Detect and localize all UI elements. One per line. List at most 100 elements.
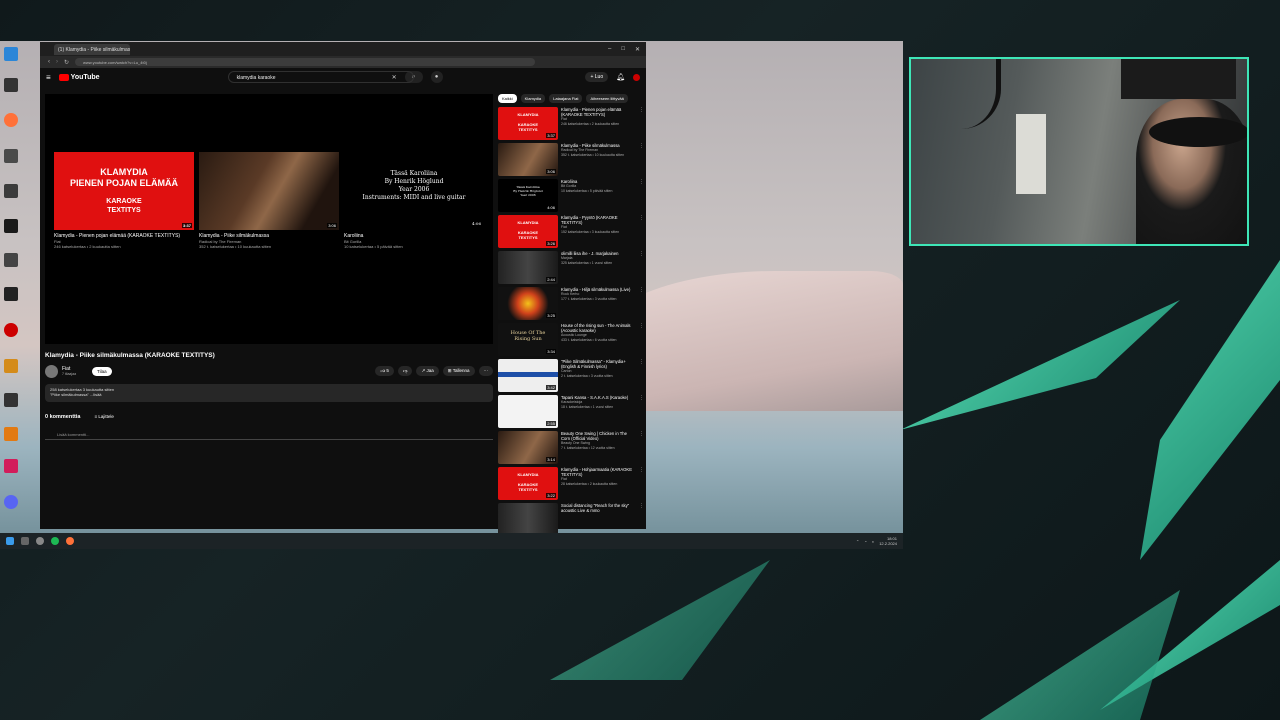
like-button[interactable]: 👍︎ 5 (375, 366, 394, 376)
desktop-icon[interactable] (4, 219, 18, 233)
duration-badge: 3:42 (546, 385, 556, 390)
duration-badge: 2:44 (546, 277, 556, 282)
decor-shard (980, 590, 1180, 720)
voice-search-button[interactable]: ● (430, 71, 443, 83)
discord-icon[interactable] (4, 495, 18, 509)
related-video[interactable]: KLAMYDIA KARAOKE TEXTITYS 3:22 Klamydia - Ho… (498, 467, 644, 503)
subscribe-button[interactable]: Tilaa (92, 366, 112, 376)
desktop-icon[interactable] (4, 253, 18, 267)
related-meta: 325 katselukertaa • 1 vuosi sitten (561, 260, 613, 265)
subscriber-count: 7 tilaajaa (62, 372, 77, 376)
browser-window: (1) Klamydia - Piike silmäkulmassa (KARA… (40, 42, 646, 536)
firefox-icon[interactable] (4, 113, 18, 127)
firefox-taskbar-icon[interactable] (66, 537, 74, 545)
more-options-icon[interactable]: ⋮ (639, 359, 644, 395)
more-options-icon[interactable]: ⋮ (639, 431, 644, 467)
related-title: Klamydia - Pyyntö (KARAOKE TEXTITYS) (561, 215, 618, 225)
video-title: Klamydia - Piike silmäkulmassa (KARAOKE … (45, 352, 215, 359)
related-video[interactable]: 2:44 olimilli liisa ihe - J. marjakainen M… (498, 251, 644, 287)
share-button[interactable]: ↗ Jaa (416, 366, 439, 376)
desktop-icon[interactable] (4, 323, 18, 337)
related-video[interactable]: 3:42 "Piike Silmäkulmassa" - Klamydia+ (E… (498, 359, 644, 395)
forward-icon[interactable]: › (56, 59, 58, 65)
more-options-icon[interactable]: ⋮ (639, 215, 644, 251)
chip[interactable]: Kaikki (498, 94, 517, 103)
desktop-icon[interactable] (4, 459, 18, 473)
related-meta: 18 t. katselukertaa • 1 vuosi sitten (561, 404, 614, 409)
search-input[interactable]: klamydia karaoke (227, 71, 414, 83)
notifications-icon[interactable]: 🔔︎ (616, 73, 625, 81)
spotify-icon[interactable] (51, 537, 59, 545)
chip[interactable]: Aiheeseen liittyvää (586, 94, 628, 103)
maximize-icon[interactable]: □ (621, 46, 625, 53)
desktop-icon[interactable] (4, 287, 18, 301)
duration-badge: 3:37 (181, 223, 192, 228)
channel-avatar[interactable] (45, 364, 58, 378)
volume-icon[interactable]: ◖ (872, 539, 874, 544)
related-info: Klamydia - Hohjaarmaatia (KARAOKE TEXTIT… (561, 467, 636, 503)
webcam-hat (1149, 117, 1247, 147)
task-view-icon[interactable] (21, 537, 29, 545)
close-icon[interactable]: ✕ (635, 46, 640, 53)
desktop-icon[interactable] (4, 359, 18, 373)
desktop-icon[interactable] (4, 184, 18, 198)
related-thumbnail: House Of The Rising Sun 3:34 (498, 323, 558, 356)
sort-comments-button[interactable]: ≡ Lajittele (94, 414, 113, 420)
chip[interactable]: Klamydia (520, 94, 546, 103)
network-icon[interactable]: ◔ (864, 539, 866, 544)
end-card[interactable]: KLAMYDIA PIENEN POJAN ELÄMÄÄ KARAOKE TEXTI… (54, 152, 194, 249)
more-options-icon[interactable]: ⋮ (639, 323, 644, 359)
url-field[interactable]: www.youtube.com/watch?v=Lu_4t0j (75, 58, 536, 66)
more-options-icon[interactable]: ⋮ (639, 107, 644, 143)
description-box[interactable]: 258 katselukertaa 3 kuukautta sitten "Pi… (45, 384, 493, 402)
more-options-icon[interactable]: ⋮ (639, 143, 644, 179)
chip[interactable]: Lataajana Fiat (549, 94, 583, 103)
related-video[interactable]: 2:55 Tapani Kansa - S.A.K.A.S (Karaoke) Ka… (498, 395, 644, 431)
related-video[interactable]: 3:06 Klamydia - Piike silmäkulmassa Radica… (498, 143, 644, 179)
related-video[interactable]: Tässä Karoliina By Henrik Höglund Year 200… (498, 179, 644, 215)
desktop-icon[interactable] (4, 149, 18, 163)
comment-input[interactable]: Lisää kommentti... (45, 430, 493, 440)
more-options-icon[interactable]: ⋮ (639, 287, 644, 323)
create-button[interactable]: + Luo (585, 72, 609, 82)
related-video[interactable]: KLAMYDIA KARAOKE TEXTITYS 3:26 Klamydia - Py… (498, 215, 644, 251)
related-video[interactable]: KLAMYDIA KARAOKE TEXTITYS 3:37 Klamydia - Pi… (498, 107, 644, 143)
reload-icon[interactable]: ↻ (64, 59, 69, 66)
tray-icon[interactable]: ⌃ (856, 539, 859, 544)
related-video[interactable]: House Of The Rising Sun 3:34 House of the r… (498, 323, 644, 359)
more-options-icon[interactable]: ⋮ (639, 467, 644, 503)
end-card[interactable]: 3:06 Klamydia - Piike silmäkulmassa Radi… (199, 152, 339, 249)
more-actions-button[interactable]: ⋯ (478, 366, 493, 376)
related-thumbnail: 3:06 (498, 143, 558, 176)
more-options-icon[interactable]: ⋮ (639, 179, 644, 215)
clock[interactable]: 18:01 12.2.2024 (879, 536, 897, 546)
video-player[interactable]: KLAMYDIA PIENEN POJAN ELÄMÄÄ KARAOKE TEXTI… (45, 94, 493, 344)
settings-icon[interactable] (36, 537, 44, 545)
more-options-icon[interactable]: ⋮ (639, 251, 644, 287)
filter-chips: Kaikki Klamydia Lataajana Fiat Aiheeseen… (498, 94, 644, 103)
desktop-icon[interactable] (4, 427, 18, 441)
related-video[interactable]: 3:25 Klamydia - Hiljä silmäkulmassa (Live… (498, 287, 644, 323)
related-info: Klamydia - Hiljä silmäkulmassa (Live) Roc… (561, 287, 636, 323)
dislike-button[interactable]: 👎︎ (397, 366, 413, 376)
decor-shard (550, 560, 770, 680)
browser-tab[interactable]: (1) Klamydia - Piike silmäkulmassa (KARA… (54, 43, 130, 55)
minimize-icon[interactable]: – (608, 46, 611, 53)
youtube-logo[interactable]: YouTube (58, 73, 100, 81)
back-icon[interactable]: ‹ (48, 59, 50, 65)
more-options-icon[interactable]: ⋮ (639, 395, 644, 431)
description-text: "Piike silmäkulmassa" ...lisää (50, 392, 102, 397)
related-meta: 7 t. katselukertaa • 12 vuotta sitten (561, 445, 615, 450)
windows-start-icon[interactable] (6, 537, 14, 545)
end-card-meta: 246 katselukertaa • 2 kuukautta sitten (54, 244, 121, 249)
menu-icon[interactable]: ≡ (46, 73, 51, 82)
end-card[interactable]: Tässä Karoliina By Henrik Höglund Year 200… (344, 152, 484, 249)
desktop-icon[interactable] (4, 393, 18, 407)
duration-badge: 4:06 (546, 205, 556, 210)
related-video[interactable]: 3:14 Beauty One Swing | Chicken in The Co… (498, 431, 644, 467)
desktop-icon[interactable] (4, 78, 18, 92)
duration-badge: 3:37 (546, 133, 556, 138)
save-button[interactable]: ⊞ Tallenna (442, 366, 475, 376)
account-avatar[interactable] (633, 73, 640, 81)
desktop-icon[interactable] (4, 47, 18, 61)
